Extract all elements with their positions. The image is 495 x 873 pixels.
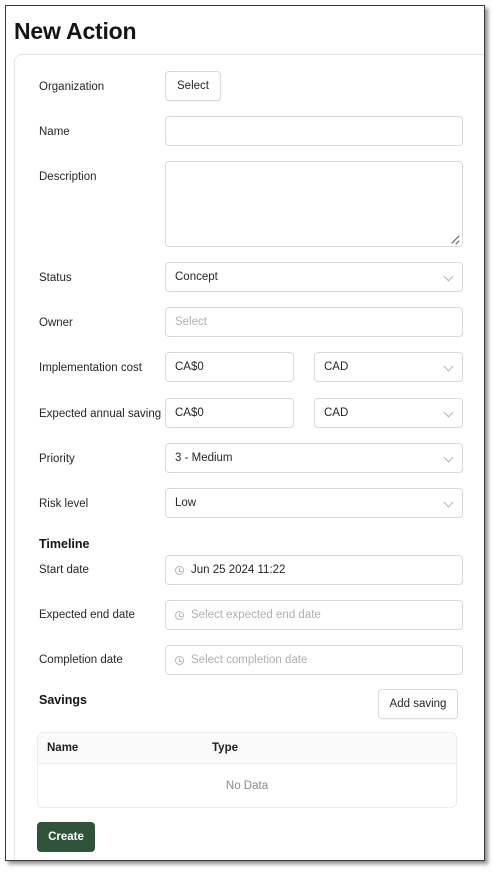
chevron-down-icon	[443, 497, 454, 508]
empty-state-text: No Data	[225, 780, 269, 792]
implementation-cost-input[interactable]: CA$0	[165, 352, 294, 382]
start-date-picker[interactable]: Jun 25 2024 11:22	[165, 555, 463, 585]
chevron-down-icon	[443, 452, 454, 463]
status-label: Status	[39, 272, 72, 284]
completion-date-placeholder: Select completion date	[191, 654, 308, 666]
clock-icon	[175, 610, 184, 620]
expected-annual-saving-label: Expected annual saving	[39, 408, 162, 420]
expected-end-date-label: Expected end date	[39, 609, 135, 621]
start-date-value: Jun 25 2024 11:22	[191, 564, 286, 576]
organization-label: Organization	[39, 81, 105, 93]
resize-handle-icon[interactable]	[450, 234, 460, 244]
status-value: Concept	[175, 271, 218, 283]
implementation-cost-value: CA$0	[175, 361, 204, 373]
name-input[interactable]	[165, 116, 463, 146]
chevron-down-icon	[443, 407, 454, 418]
description-label: Description	[39, 171, 97, 183]
column-header-name: Name	[47, 742, 79, 754]
chevron-down-icon	[443, 271, 454, 282]
risk-level-label: Risk level	[39, 498, 89, 510]
app-window: New Action Organization Select Name Desc…	[5, 5, 485, 861]
start-date-label: Start date	[39, 564, 89, 576]
clock-icon	[175, 655, 184, 665]
table-header: Name Type	[38, 733, 456, 764]
priority-select[interactable]: 3 - Medium	[165, 443, 463, 473]
completion-date-label: Completion date	[39, 654, 123, 666]
implementation-cost-label: Implementation cost	[39, 362, 142, 374]
expected-annual-saving-currency: CAD	[324, 407, 349, 419]
savings-title: Savings	[39, 693, 87, 707]
expected-end-date-picker[interactable]: Select expected end date	[165, 600, 463, 630]
savings-table: Name Type No Data	[37, 732, 457, 808]
owner-label: Owner	[39, 317, 73, 329]
expected-annual-saving-input[interactable]: CA$0	[165, 398, 294, 428]
expected-annual-saving-value: CA$0	[175, 407, 204, 419]
name-label: Name	[39, 126, 70, 138]
page-title: New Action	[14, 18, 137, 44]
chevron-down-icon	[443, 361, 454, 372]
owner-select[interactable]: Select	[165, 307, 463, 337]
expected-end-date-placeholder: Select expected end date	[191, 609, 321, 621]
priority-label: Priority	[39, 453, 75, 465]
timeline-title: Timeline	[39, 537, 90, 551]
expected-annual-saving-currency-select[interactable]: CAD	[314, 398, 463, 428]
status-select[interactable]: Concept	[165, 262, 463, 292]
description-textarea[interactable]	[165, 161, 463, 247]
implementation-cost-currency: CAD	[324, 361, 349, 373]
add-saving-button[interactable]: Add saving	[378, 689, 458, 719]
organization-select-button[interactable]: Select	[165, 71, 221, 101]
priority-value: 3 - Medium	[175, 452, 233, 464]
completion-date-picker[interactable]: Select completion date	[165, 645, 463, 675]
create-button[interactable]: Create	[37, 822, 95, 852]
form-card: Organization Select Name Description Sta…	[14, 54, 484, 860]
implementation-cost-currency-select[interactable]: CAD	[314, 352, 463, 382]
clock-icon	[175, 565, 184, 575]
owner-placeholder: Select	[175, 316, 207, 328]
risk-level-select[interactable]: Low	[165, 488, 463, 518]
column-header-type: Type	[212, 742, 238, 754]
risk-level-value: Low	[175, 497, 197, 509]
